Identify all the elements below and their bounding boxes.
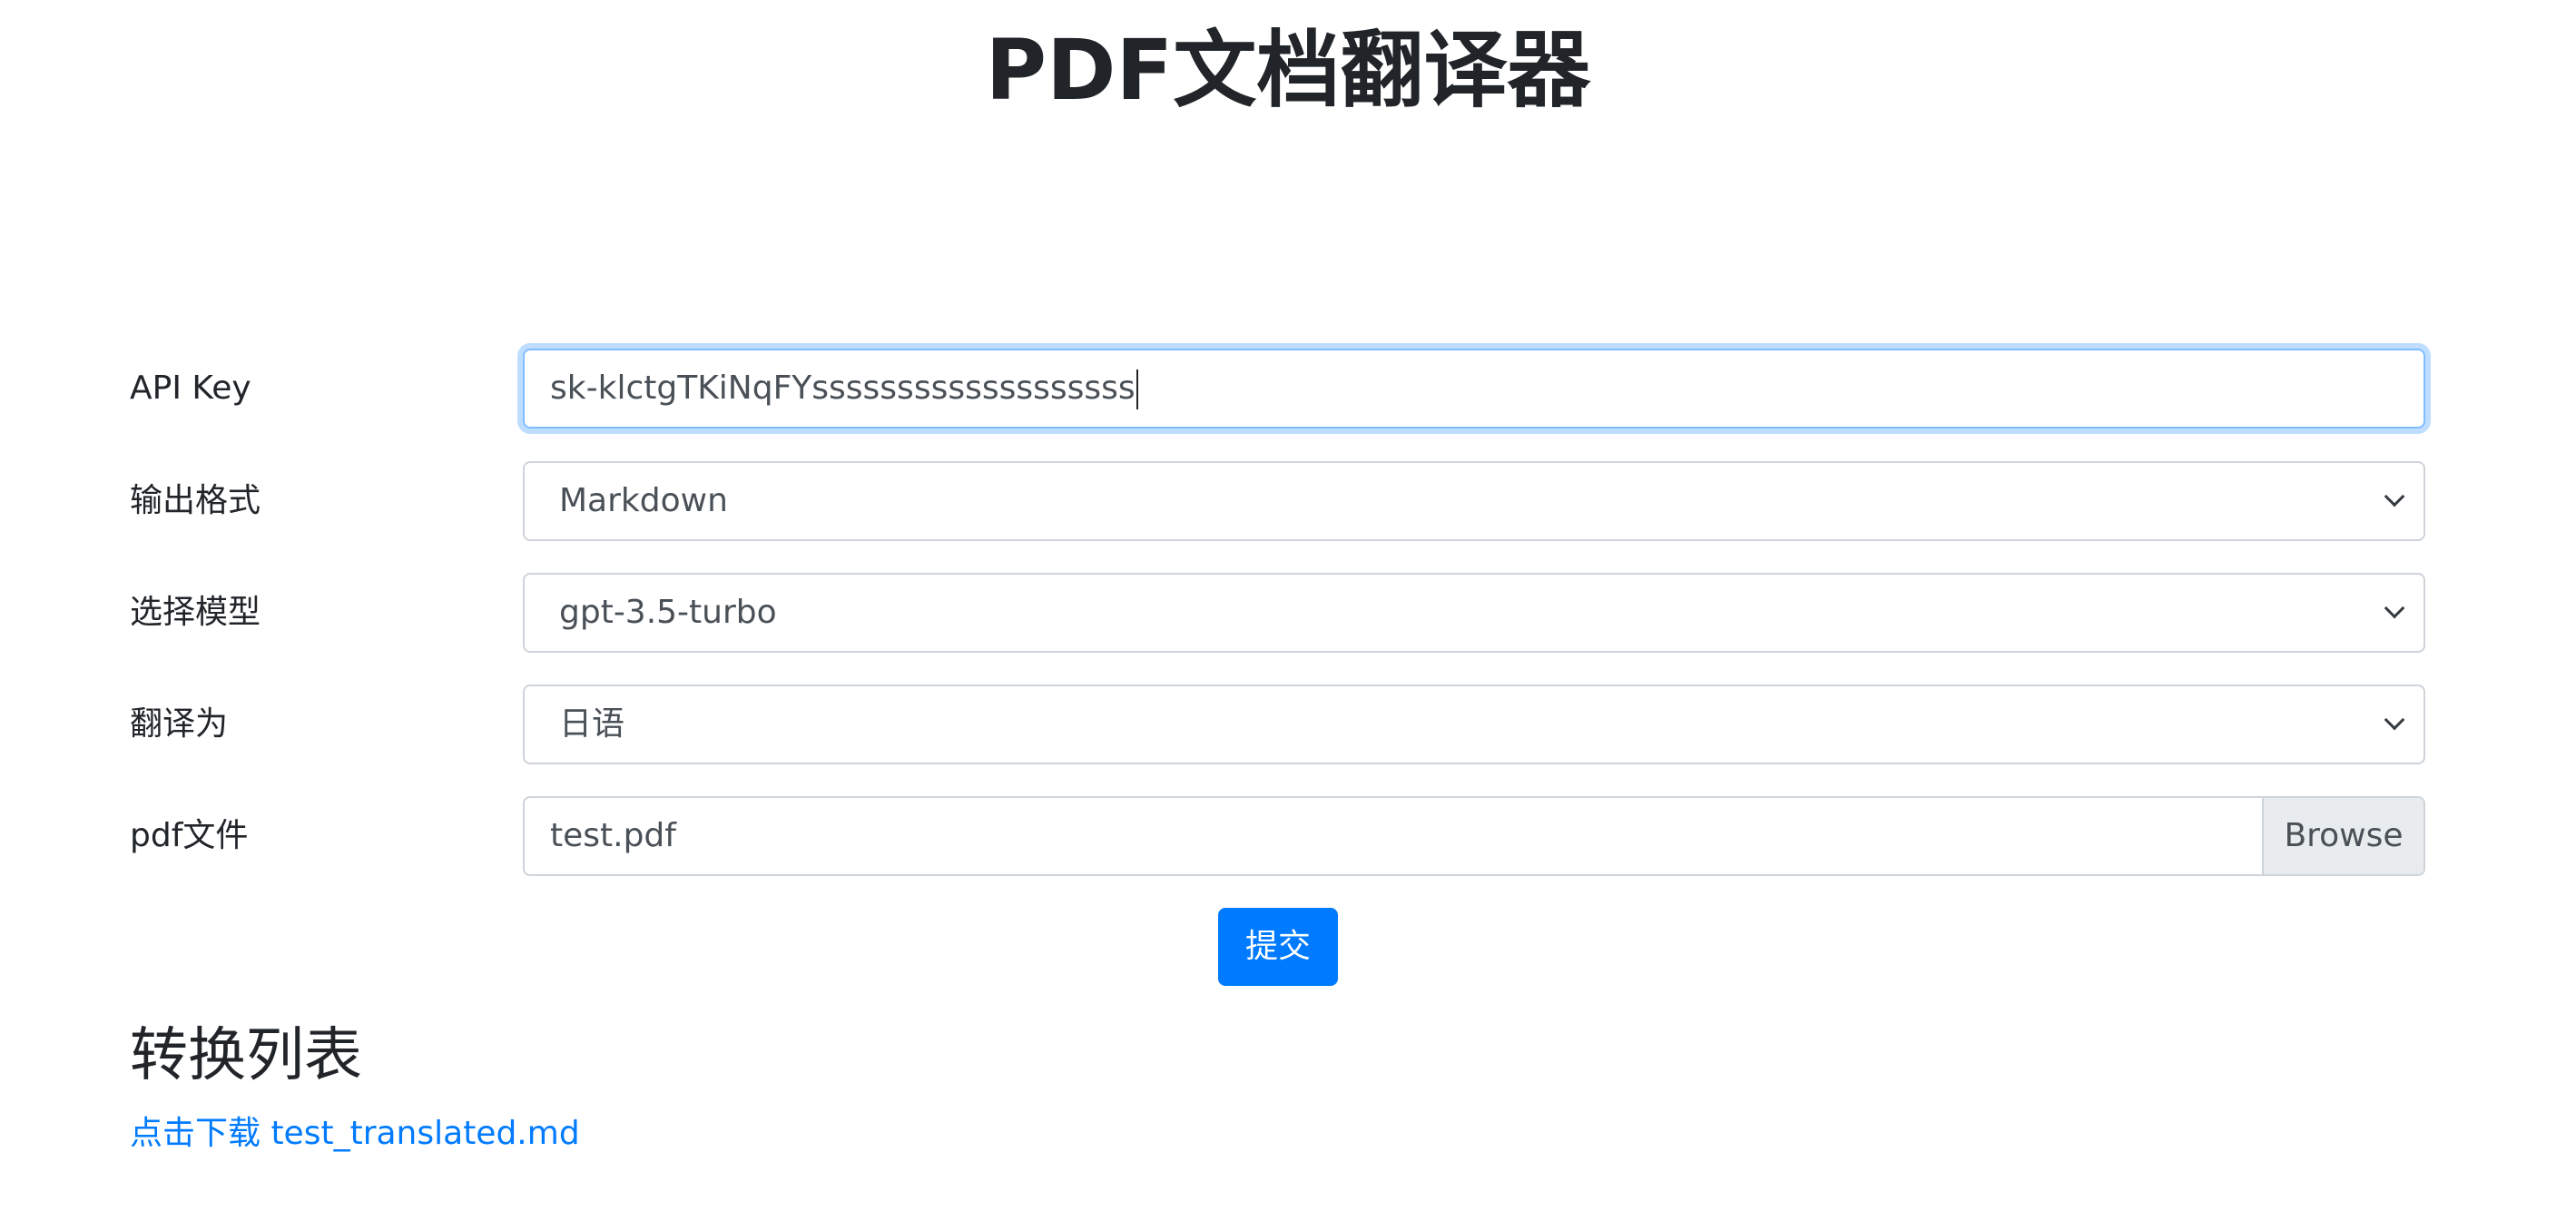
text-cursor (1136, 369, 1138, 409)
model-row: 选择模型 gpt-3.5-turbo (130, 573, 2425, 653)
pdf-file-input[interactable]: test.pdf Browse (523, 796, 2425, 876)
page-title: PDF文档翻译器 (985, 22, 1591, 119)
target-language-selected: 日语 (559, 705, 625, 743)
chevron-down-icon (2384, 597, 2405, 619)
model-selected: gpt-3.5-turbo (559, 594, 777, 631)
output-format-selected: Markdown (559, 482, 728, 519)
target-language-label: 翻译为 (130, 705, 229, 743)
conversion-list-title: 转换列表 (130, 1022, 362, 1089)
output-format-row: 输出格式 Markdown (130, 461, 2425, 541)
api-key-label: API Key (130, 369, 251, 407)
translator-page: PDF文档翻译器 API Key sk-klctgTKiNqFYssssssss… (0, 0, 2576, 1231)
output-format-select[interactable]: Markdown (523, 461, 2425, 541)
api-key-value: sk-klctgTKiNqFYsssssssssssssssssss (550, 369, 1136, 407)
output-format-label: 输出格式 (130, 482, 261, 519)
download-link[interactable]: 点击下载 test_translated.md (130, 1109, 580, 1158)
pdf-file-name: test.pdf (550, 817, 676, 854)
model-select[interactable]: gpt-3.5-turbo (523, 573, 2425, 653)
target-language-select[interactable]: 日语 (523, 684, 2425, 764)
chevron-down-icon (2384, 709, 2405, 731)
model-label: 选择模型 (130, 594, 261, 631)
api-key-row: API Key sk-klctgTKiNqFYsssssssssssssssss… (130, 349, 2425, 428)
submit-button[interactable]: 提交 (1218, 908, 1338, 986)
pdf-file-label: pdf文件 (130, 817, 249, 854)
chevron-down-icon (2384, 486, 2405, 507)
pdf-file-row: pdf文件 test.pdf Browse (130, 796, 2425, 876)
browse-button[interactable]: Browse (2262, 798, 2424, 874)
target-language-row: 翻译为 日语 (130, 684, 2425, 764)
api-key-input[interactable]: sk-klctgTKiNqFYsssssssssssssssssss (523, 349, 2425, 428)
